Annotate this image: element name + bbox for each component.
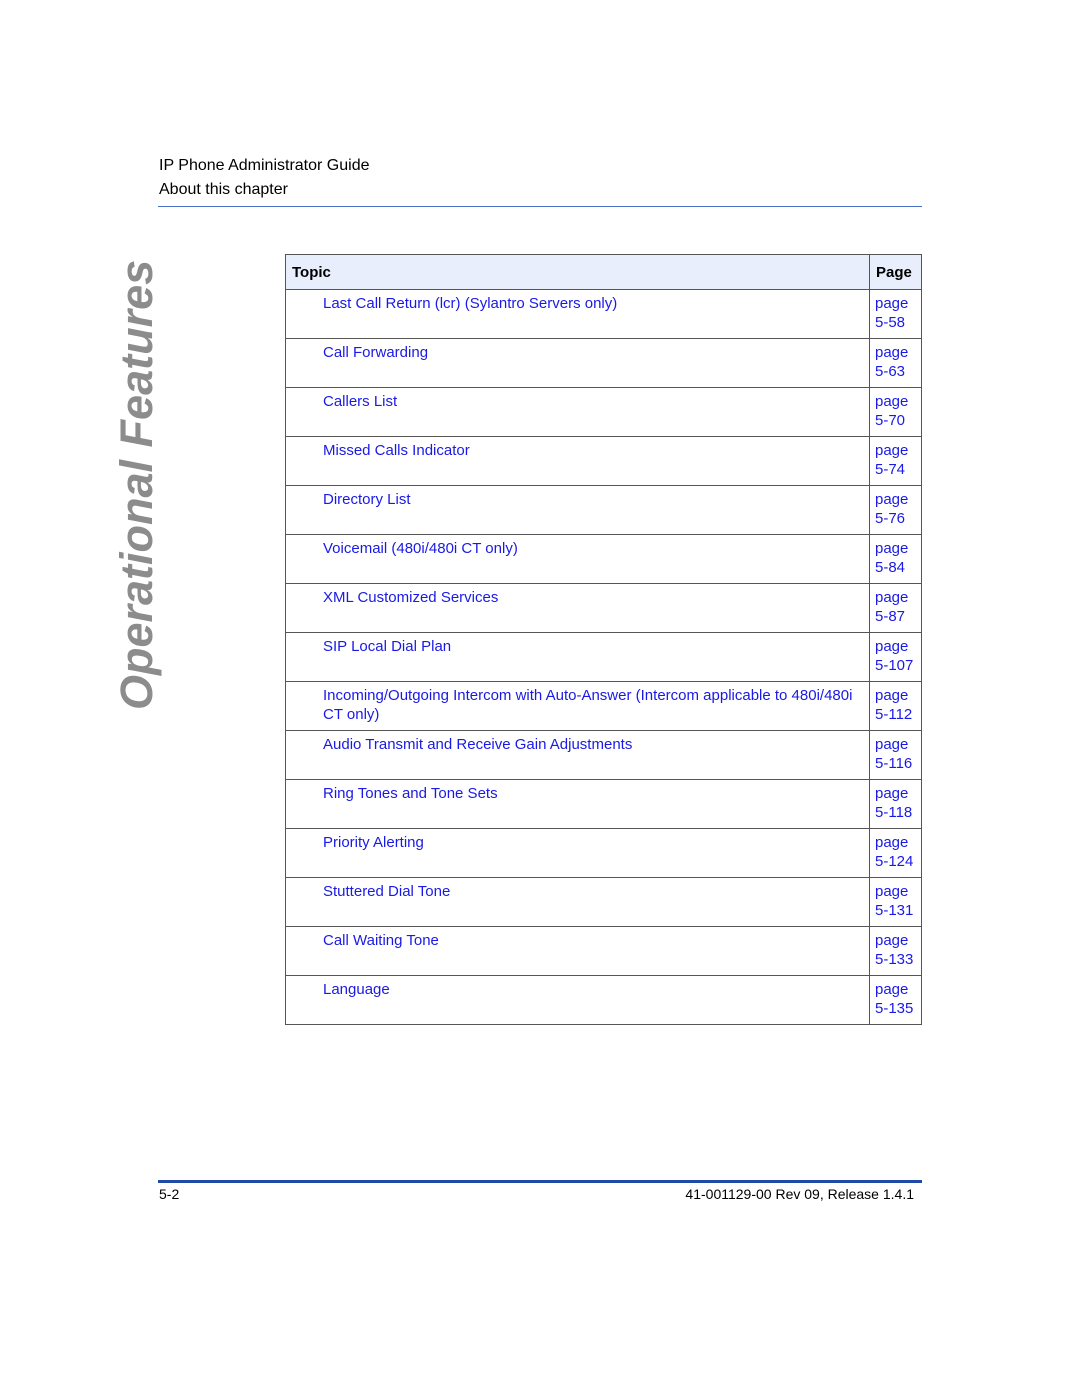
page-reference-link[interactable]: page 5-135: [875, 981, 913, 1017]
topic-cell: Missed Calls Indicator: [285, 436, 870, 486]
topic-link[interactable]: Directory List: [323, 491, 411, 508]
topic-cell: SIP Local Dial Plan: [285, 632, 870, 682]
topic-cell: Stuttered Dial Tone: [285, 877, 870, 927]
page-reference-link[interactable]: page 5-58: [875, 295, 908, 331]
topic-cell: Priority Alerting: [285, 828, 870, 878]
page-reference-link[interactable]: page 5-116: [875, 736, 912, 772]
page-cell: page 5-76: [869, 485, 922, 535]
topic-cell: Call Forwarding: [285, 338, 870, 388]
page-reference-link[interactable]: page 5-124: [875, 834, 913, 870]
page-reference-link[interactable]: page 5-84: [875, 540, 908, 576]
topic-cell: Call Waiting Tone: [285, 926, 870, 976]
page-reference-link[interactable]: page 5-76: [875, 491, 908, 527]
page-reference-link[interactable]: page 5-63: [875, 344, 908, 380]
table-body: Last Call Return (lcr) (Sylantro Servers…: [285, 289, 922, 1025]
column-header-page: Page: [869, 254, 922, 290]
page-reference-link[interactable]: page 5-107: [875, 638, 913, 674]
topic-cell: Incoming/Outgoing Intercom with Auto-Ans…: [285, 681, 870, 731]
table-row: SIP Local Dial Plan page 5-107: [285, 632, 922, 682]
column-header-topic: Topic: [285, 254, 870, 290]
table-row: Priority Alerting page 5-124: [285, 828, 922, 878]
footer-divider: [158, 1180, 922, 1183]
topic-cell: XML Customized Services: [285, 583, 870, 633]
topic-link[interactable]: Incoming/Outgoing Intercom with Auto-Ans…: [323, 687, 852, 723]
page-reference-link[interactable]: page 5-112: [875, 687, 912, 723]
page-cell: page 5-124: [869, 828, 922, 878]
table-row: Directory List page 5-76: [285, 485, 922, 535]
page-header: IP Phone Administrator Guide About this …: [159, 154, 922, 202]
footer-document-id: 41-001129-00 Rev 09, Release 1.4.1: [685, 1186, 914, 1202]
topic-cell: Voicemail (480i/480i CT only): [285, 534, 870, 584]
header-divider: [158, 206, 922, 207]
page-reference-link[interactable]: page 5-133: [875, 932, 913, 968]
footer-page-number: 5-2: [159, 1186, 180, 1202]
topic-link[interactable]: Last Call Return (lcr) (Sylantro Servers…: [323, 295, 617, 312]
page-cell: page 5-116: [869, 730, 922, 780]
topic-link[interactable]: Language: [323, 981, 390, 998]
topic-link[interactable]: Ring Tones and Tone Sets: [323, 785, 498, 802]
topic-link[interactable]: Stuttered Dial Tone: [323, 883, 450, 900]
page-cell: page 5-74: [869, 436, 922, 486]
page-cell: page 5-84: [869, 534, 922, 584]
topic-cell: Directory List: [285, 485, 870, 535]
topic-link[interactable]: Priority Alerting: [323, 834, 424, 851]
topic-link[interactable]: Call Forwarding: [323, 344, 428, 361]
page-cell: page 5-58: [869, 289, 922, 339]
table-row: Stuttered Dial Tone page 5-131: [285, 877, 922, 927]
page-cell: page 5-107: [869, 632, 922, 682]
page-cell: page 5-87: [869, 583, 922, 633]
table-row: XML Customized Services page 5-87: [285, 583, 922, 633]
page-cell: page 5-133: [869, 926, 922, 976]
page-cell: page 5-70: [869, 387, 922, 437]
page-reference-link[interactable]: page 5-70: [875, 393, 908, 429]
topic-cell: Audio Transmit and Receive Gain Adjustme…: [285, 730, 870, 780]
table-row: Call Forwarding page 5-63: [285, 338, 922, 388]
table-row: Incoming/Outgoing Intercom with Auto-Ans…: [285, 681, 922, 731]
page-reference-link[interactable]: page 5-74: [875, 442, 908, 478]
table-row: Last Call Return (lcr) (Sylantro Servers…: [285, 289, 922, 339]
page-cell: page 5-63: [869, 338, 922, 388]
topic-link[interactable]: Voicemail (480i/480i CT only): [323, 540, 518, 557]
table-header-row: Topic Page: [285, 254, 922, 290]
table-row: Missed Calls Indicator page 5-74: [285, 436, 922, 486]
topic-link[interactable]: SIP Local Dial Plan: [323, 638, 451, 655]
table-row: Voicemail (480i/480i CT only) page 5-84: [285, 534, 922, 584]
page-cell: page 5-131: [869, 877, 922, 927]
page-cell: page 5-135: [869, 975, 922, 1025]
topic-link[interactable]: Missed Calls Indicator: [323, 442, 470, 459]
page-reference-link[interactable]: page 5-118: [875, 785, 912, 821]
topic-link[interactable]: Callers List: [323, 393, 397, 410]
table-row: Call Waiting Tone page 5-133: [285, 926, 922, 976]
topic-cell: Language: [285, 975, 870, 1025]
table-row: Callers List page 5-70: [285, 387, 922, 437]
table-row: Ring Tones and Tone Sets page 5-118: [285, 779, 922, 829]
topic-link[interactable]: Audio Transmit and Receive Gain Adjustme…: [323, 736, 632, 753]
topics-table: Topic Page Last Call Return (lcr) (Sylan…: [285, 254, 922, 1025]
book-title: IP Phone Administrator Guide: [159, 157, 370, 174]
page-reference-link[interactable]: page 5-87: [875, 589, 908, 625]
table-row: Language page 5-135: [285, 975, 922, 1025]
chapter-side-title: Operational Features: [111, 259, 162, 710]
page-cell: page 5-112: [869, 681, 922, 731]
page-cell: page 5-118: [869, 779, 922, 829]
page-reference-link[interactable]: page 5-131: [875, 883, 913, 919]
topic-cell: Ring Tones and Tone Sets: [285, 779, 870, 829]
topic-link[interactable]: Call Waiting Tone: [323, 932, 439, 949]
table-row: Audio Transmit and Receive Gain Adjustme…: [285, 730, 922, 780]
topic-cell: Callers List: [285, 387, 870, 437]
topic-cell: Last Call Return (lcr) (Sylantro Servers…: [285, 289, 870, 339]
section-title: About this chapter: [159, 181, 288, 198]
topic-link[interactable]: XML Customized Services: [323, 589, 498, 606]
